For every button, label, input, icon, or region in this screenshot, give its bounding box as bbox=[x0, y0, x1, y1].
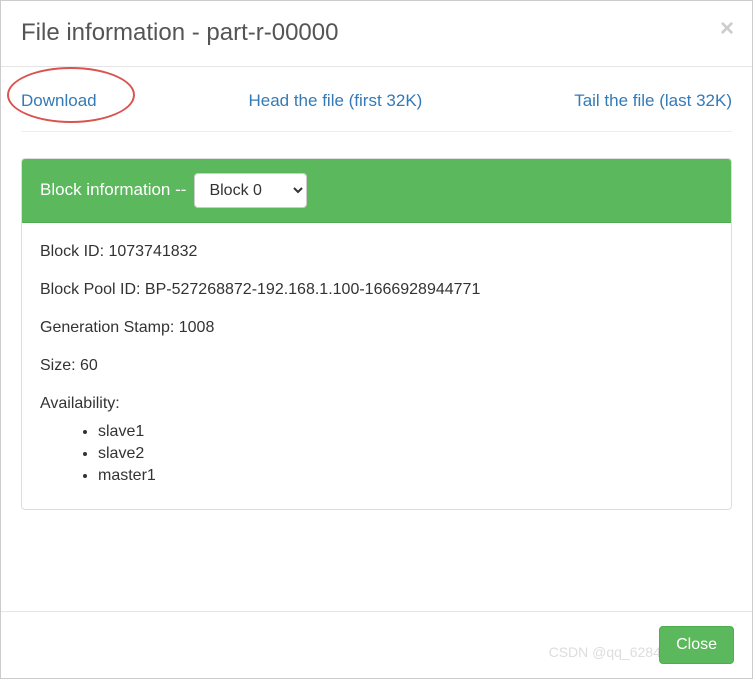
close-icon[interactable]: × bbox=[720, 17, 734, 41]
head-file-link[interactable]: Head the file (first 32K) bbox=[248, 91, 422, 111]
close-button[interactable]: Close bbox=[659, 626, 734, 664]
availability-label: Availability: bbox=[40, 395, 713, 413]
generation-stamp: Generation Stamp: 1008 bbox=[40, 319, 713, 337]
block-id: Block ID: 1073741832 bbox=[40, 243, 713, 261]
modal-header: File information - part-r-00000 × bbox=[1, 1, 752, 67]
tail-file-link[interactable]: Tail the file (last 32K) bbox=[574, 91, 732, 111]
modal-title: File information - part-r-00000 bbox=[21, 19, 732, 48]
modal-footer: Close bbox=[1, 611, 752, 678]
block-panel-title: Block information -- bbox=[40, 180, 186, 200]
list-item: master1 bbox=[98, 467, 713, 485]
block-pool-id: Block Pool ID: BP-527268872-192.168.1.10… bbox=[40, 281, 713, 299]
block-info-panel: Block information -- Block 0 Block ID: 1… bbox=[21, 158, 732, 510]
file-info-modal: File information - part-r-00000 × Downlo… bbox=[0, 0, 753, 679]
action-links-row: Download Head the file (first 32K) Tail … bbox=[21, 85, 732, 132]
block-panel-header: Block information -- Block 0 bbox=[22, 159, 731, 223]
block-panel-body: Block ID: 1073741832 Block Pool ID: BP-5… bbox=[22, 223, 731, 509]
list-item: slave1 bbox=[98, 423, 713, 441]
modal-body: Download Head the file (first 32K) Tail … bbox=[1, 67, 752, 528]
block-select[interactable]: Block 0 bbox=[194, 173, 307, 208]
download-link[interactable]: Download bbox=[21, 91, 97, 111]
block-size: Size: 60 bbox=[40, 357, 713, 375]
list-item: slave2 bbox=[98, 445, 713, 463]
availability-list: slave1 slave2 master1 bbox=[40, 423, 713, 485]
